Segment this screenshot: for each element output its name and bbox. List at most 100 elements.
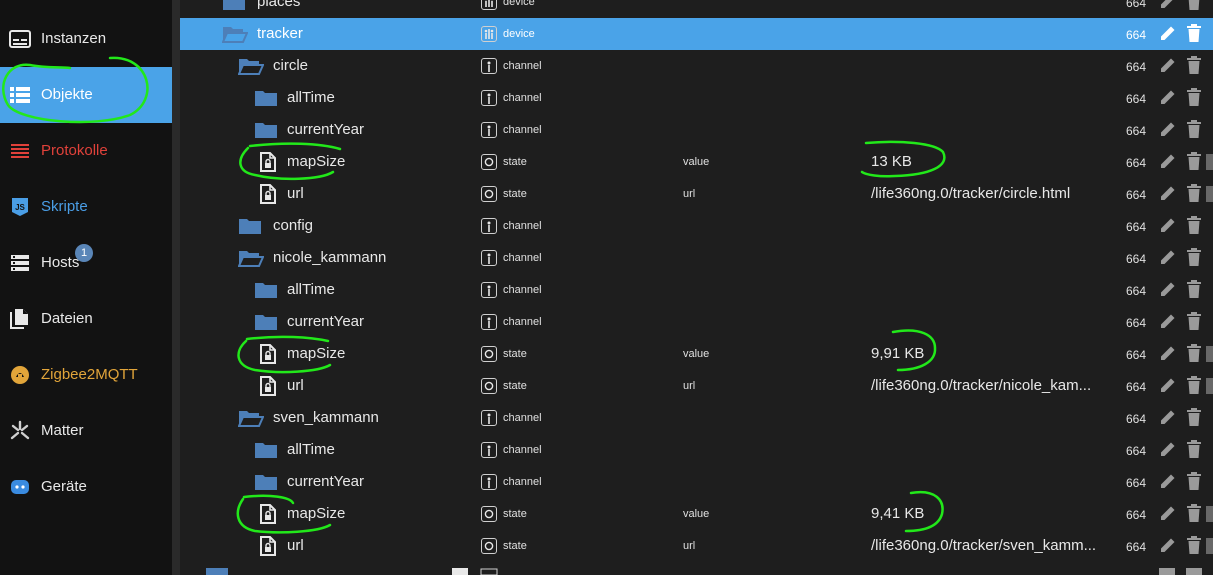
- more-icon[interactable]: [1206, 538, 1213, 554]
- folder-icon[interactable]: [254, 121, 280, 139]
- edit-icon[interactable]: [1159, 504, 1177, 522]
- delete-icon[interactable]: [1186, 248, 1202, 266]
- edit-icon[interactable]: [1159, 0, 1177, 10]
- tree-row[interactable]: url state url/life360ng.0/tracker/sven_kam…: [180, 530, 1213, 562]
- tree-row[interactable]: tracker device 664: [180, 18, 1213, 50]
- more-icon[interactable]: [1206, 506, 1213, 522]
- edit-icon[interactable]: [1159, 280, 1177, 298]
- folder-open-icon[interactable]: [237, 249, 265, 267]
- sidebar-item-instanzen[interactable]: Instanzen: [0, 11, 172, 67]
- more-icon[interactable]: [1206, 378, 1213, 394]
- object-acl: 664: [1126, 60, 1147, 74]
- edit-icon[interactable]: [1159, 440, 1177, 458]
- object-acl: 664: [1126, 156, 1147, 170]
- tree-row[interactable]: sven_kammann channel 664: [180, 402, 1213, 434]
- sidebar-item-dateien[interactable]: Dateien: [0, 291, 172, 347]
- folder-icon[interactable]: [254, 473, 280, 491]
- tree-row[interactable]: currentYear channel 664: [180, 114, 1213, 146]
- delete-icon[interactable]: [1186, 24, 1202, 42]
- edit-icon[interactable]: [1159, 376, 1177, 394]
- folder-open-icon[interactable]: [221, 25, 249, 43]
- tree-row[interactable]: allTime channel 664: [180, 434, 1213, 466]
- object-value[interactable]: 9,91 KB: [871, 345, 1111, 363]
- folder-icon[interactable]: [254, 313, 280, 331]
- edit-icon[interactable]: [1159, 536, 1177, 554]
- tree-row[interactable]: currentYear channel 664: [180, 466, 1213, 498]
- tree-row[interactable]: url state url/life360ng.0/tracker/nicole_k…: [180, 370, 1213, 402]
- tree-row[interactable]: config channel 664: [180, 210, 1213, 242]
- delete-icon[interactable]: [1186, 280, 1202, 298]
- tree-row[interactable]: nicole_kammann channel 664: [180, 242, 1213, 274]
- object-type: channel: [503, 252, 542, 264]
- edit-icon[interactable]: [1159, 312, 1177, 330]
- sidebar-divider[interactable]: [172, 0, 180, 575]
- edit-icon[interactable]: [1159, 24, 1177, 42]
- file-lock-icon[interactable]: [260, 536, 286, 556]
- tree-row[interactable]: mapSize state value 13 KB 664: [180, 146, 1213, 178]
- delete-icon[interactable]: [1186, 184, 1202, 202]
- more-icon[interactable]: [1206, 154, 1213, 170]
- sidebar-item-skripte[interactable]: JS Skripte: [0, 179, 172, 235]
- edit-icon[interactable]: [1159, 152, 1177, 170]
- file-lock-icon[interactable]: [260, 344, 286, 364]
- file-lock-icon[interactable]: [260, 376, 286, 396]
- object-value[interactable]: 13 KB: [871, 153, 1111, 171]
- tree-row[interactable]: places device 664: [180, 0, 1213, 18]
- folder-icon[interactable]: [238, 217, 264, 235]
- folder-icon[interactable]: [254, 281, 280, 299]
- delete-icon[interactable]: [1186, 376, 1202, 394]
- delete-icon[interactable]: [1186, 216, 1202, 234]
- object-type: channel: [503, 284, 542, 296]
- tree-row[interactable]: allTime channel 664: [180, 274, 1213, 306]
- delete-icon[interactable]: [1186, 88, 1202, 106]
- delete-icon[interactable]: [1186, 56, 1202, 74]
- delete-icon[interactable]: [1186, 408, 1202, 426]
- edit-icon[interactable]: [1159, 472, 1177, 490]
- delete-icon[interactable]: [1186, 120, 1202, 138]
- folder-open-icon[interactable]: [237, 409, 265, 427]
- tree-row[interactable]: allTime channel 664: [180, 82, 1213, 114]
- hosts-update-badge: 1: [75, 244, 93, 262]
- object-value[interactable]: /life360ng.0/tracker/nicole_kam...: [871, 377, 1111, 395]
- sidebar-item-ger-te[interactable]: Geräte: [0, 459, 172, 515]
- delete-icon[interactable]: [1186, 536, 1202, 554]
- devices-icon: [9, 476, 31, 498]
- tree-row[interactable]: currentYear channel 664: [180, 306, 1213, 338]
- delete-icon[interactable]: [1186, 472, 1202, 490]
- edit-icon[interactable]: [1159, 56, 1177, 74]
- delete-icon[interactable]: [1186, 504, 1202, 522]
- tree-row[interactable]: circle channel 664: [180, 50, 1213, 82]
- more-icon[interactable]: [1206, 346, 1213, 362]
- object-value[interactable]: /life360ng.0/tracker/circle.html: [871, 185, 1111, 203]
- sidebar-item-zigbee2mqtt[interactable]: Zigbee2MQTT: [0, 347, 172, 403]
- edit-icon[interactable]: [1159, 344, 1177, 362]
- edit-icon[interactable]: [1159, 248, 1177, 266]
- file-lock-icon[interactable]: [260, 504, 286, 524]
- tree-row[interactable]: mapSize state value 9,91 KB 664: [180, 338, 1213, 370]
- tree-row[interactable]: url state url/life360ng.0/tracker/circle.h…: [180, 178, 1213, 210]
- edit-icon[interactable]: [1159, 88, 1177, 106]
- edit-icon[interactable]: [1159, 120, 1177, 138]
- folder-icon[interactable]: [254, 89, 280, 107]
- delete-icon[interactable]: [1186, 152, 1202, 170]
- delete-icon[interactable]: [1186, 312, 1202, 330]
- delete-icon[interactable]: [1186, 440, 1202, 458]
- file-lock-icon[interactable]: [260, 184, 286, 204]
- delete-icon[interactable]: [1186, 344, 1202, 362]
- sidebar-item-objekte[interactable]: Objekte: [0, 67, 172, 123]
- sidebar-item-label: Objekte: [41, 86, 93, 103]
- sidebar-item-matter[interactable]: Matter: [0, 403, 172, 459]
- more-icon[interactable]: [1206, 186, 1213, 202]
- sidebar-item-protokolle[interactable]: Protokolle: [0, 123, 172, 179]
- tree-row[interactable]: mapSize state value 9,41 KB 664: [180, 498, 1213, 530]
- file-lock-icon[interactable]: [260, 152, 286, 172]
- delete-icon[interactable]: [1186, 0, 1202, 10]
- edit-icon[interactable]: [1159, 216, 1177, 234]
- edit-icon[interactable]: [1159, 184, 1177, 202]
- folder-icon[interactable]: [222, 0, 248, 11]
- edit-icon[interactable]: [1159, 408, 1177, 426]
- folder-open-icon[interactable]: [237, 57, 265, 75]
- object-value[interactable]: 9,41 KB: [871, 505, 1111, 523]
- object-value[interactable]: /life360ng.0/tracker/sven_kamm...: [871, 537, 1111, 555]
- folder-icon[interactable]: [254, 441, 280, 459]
